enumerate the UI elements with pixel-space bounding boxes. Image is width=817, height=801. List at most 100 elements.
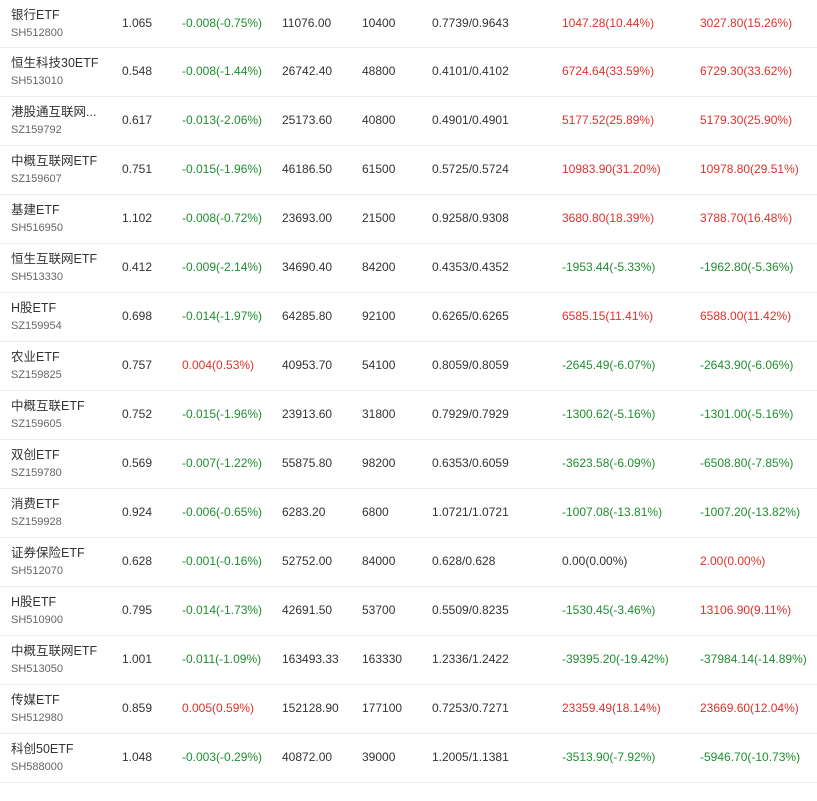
- fund-name-cell[interactable]: H股ETF SH510900: [11, 595, 111, 627]
- fund-name[interactable]: 证券保险ETF: [11, 546, 106, 560]
- fund-name[interactable]: 恒生科技30ETF: [11, 56, 106, 70]
- fund-code: SZ159954: [11, 320, 62, 332]
- fund-name[interactable]: 双创ETF: [11, 448, 106, 462]
- cost-price: 0.7929/0.7929: [432, 407, 509, 421]
- fund-name-cell[interactable]: 中概互联网ETF SZ159607: [11, 154, 111, 186]
- fund-name[interactable]: 中概互联ETF: [11, 399, 106, 413]
- fund-name-cell[interactable]: H股ETF SZ159954: [11, 301, 111, 333]
- holding-amount: 42691.50: [282, 603, 333, 617]
- table-row[interactable]: 传媒ETF SH512980 0.859 0.005(0.59%) 152128.90 1…: [0, 685, 817, 734]
- current-price: 0.795: [122, 603, 153, 617]
- holding-shares: 39000: [362, 750, 396, 764]
- profit-loss-primary: -3623.58(-6.09%): [562, 456, 656, 470]
- fund-name-cell[interactable]: 双创ETF SZ159780: [11, 448, 111, 480]
- fund-name[interactable]: 银行ETF: [11, 8, 106, 22]
- fund-name-cell[interactable]: 传媒ETF SH512980: [11, 693, 111, 725]
- fund-code: SH513330: [11, 271, 63, 283]
- price-change: -0.014(-1.73%): [182, 603, 263, 617]
- price-change: -0.001(-0.16%): [182, 554, 263, 568]
- fund-name-cell[interactable]: 港股通互联网... SZ159792: [11, 105, 111, 137]
- holding-amount: 6283.20: [282, 505, 326, 519]
- fund-name-cell[interactable]: 恒生科技30ETF SH513010: [11, 56, 111, 88]
- fund-name[interactable]: 传媒ETF: [11, 693, 106, 707]
- table-row[interactable]: 双创ETF SZ159780 0.569 -0.007(-1.22%) 55875.80…: [0, 440, 817, 489]
- profit-loss-primary: -39395.20(-19.42%): [562, 652, 669, 666]
- table-row[interactable]: 证券保险ETF SH512070 0.628 -0.001(-0.16%) 52752.…: [0, 538, 817, 587]
- current-price: 0.924: [122, 505, 153, 519]
- table-row[interactable]: 基建ETF SH516950 1.102 -0.008(-0.72%) 23693.00…: [0, 195, 817, 244]
- fund-code: SZ159928: [11, 516, 62, 528]
- table-row[interactable]: 中概互联网ETF SH513050 1.001 -0.011(-1.09%) 16349…: [0, 636, 817, 685]
- fund-name-cell[interactable]: 证券保险ETF SH512070: [11, 546, 111, 578]
- fund-name[interactable]: 港股通互联网...: [11, 105, 106, 119]
- table-row[interactable]: H股ETF SH510900 0.795 -0.014(-1.73%) 42691.50…: [0, 587, 817, 636]
- fund-name[interactable]: H股ETF: [11, 301, 106, 315]
- profit-loss-primary: 23359.49(18.14%): [562, 701, 661, 715]
- holding-shares: 40800: [362, 113, 396, 127]
- table-row[interactable]: 恒生互联网ETF SH513330 0.412 -0.009(-2.14%) 34690…: [0, 244, 817, 293]
- cost-price: 1.2005/1.1381: [432, 750, 509, 764]
- profit-loss-secondary: -2643.90(-6.06%): [700, 358, 794, 372]
- current-price: 1.048: [122, 750, 153, 764]
- fund-name[interactable]: 农业ETF: [11, 350, 106, 364]
- holding-amount: 40872.00: [282, 750, 333, 764]
- profit-loss-primary: -1530.45(-3.46%): [562, 603, 656, 617]
- cost-price: 0.6353/0.6059: [432, 456, 509, 470]
- fund-name[interactable]: 科创50ETF: [11, 742, 106, 756]
- fund-name[interactable]: 基建ETF: [11, 203, 106, 217]
- current-price: 0.412: [122, 260, 153, 274]
- current-price: 0.548: [122, 64, 153, 78]
- fund-name[interactable]: 中概互联网ETF: [11, 154, 106, 168]
- table-row[interactable]: 港股通互联网... SZ159792 0.617 -0.013(-2.06%) 2517…: [0, 97, 817, 146]
- fund-code: SH512070: [11, 565, 63, 577]
- price-change: -0.014(-1.97%): [182, 309, 263, 323]
- fund-name[interactable]: H股ETF: [11, 595, 106, 609]
- profit-loss-secondary: -1962.80(-5.36%): [700, 260, 794, 274]
- holding-amount: 34690.40: [282, 260, 333, 274]
- fund-name-cell[interactable]: 消费ETF SZ159928: [11, 497, 111, 529]
- holding-shares: 6800: [362, 505, 389, 519]
- profit-loss-secondary: -1007.20(-13.82%): [700, 505, 801, 519]
- table-row[interactable]: 中概互联ETF SZ159605 0.752 -0.015(-1.96%) 23913.…: [0, 391, 817, 440]
- profit-loss-primary: -1007.08(-13.81%): [562, 505, 663, 519]
- holding-amount: 52752.00: [282, 554, 333, 568]
- holding-shares: 92100: [362, 309, 396, 323]
- holding-shares: 31800: [362, 407, 396, 421]
- current-price: 0.698: [122, 309, 153, 323]
- fund-name[interactable]: 中概互联网ETF: [11, 644, 106, 658]
- fund-name-cell[interactable]: 银行ETF SH512800: [11, 8, 111, 40]
- fund-name-cell[interactable]: 恒生互联网ETF SH513330: [11, 252, 111, 284]
- cost-price: 0.8059/0.8059: [432, 358, 509, 372]
- table-row[interactable]: H股ETF SZ159954 0.698 -0.014(-1.97%) 64285.80…: [0, 293, 817, 342]
- cost-price: 1.2336/1.2422: [432, 652, 509, 666]
- profit-loss-secondary: 6588.00(11.42%): [700, 309, 792, 323]
- fund-name-cell[interactable]: 基建ETF SH516950: [11, 203, 111, 235]
- profit-loss-primary: 6585.15(11.41%): [562, 309, 654, 323]
- cost-price: 0.4901/0.4901: [432, 113, 509, 127]
- cost-price: 0.4353/0.4352: [432, 260, 509, 274]
- holding-amount: 64285.80: [282, 309, 333, 323]
- fund-name[interactable]: 消费ETF: [11, 497, 106, 511]
- holding-amount: 23913.60: [282, 407, 333, 421]
- current-price: 0.617: [122, 113, 153, 127]
- table-row[interactable]: 农业ETF SZ159825 0.757 0.004(0.53%) 40953.70 54…: [0, 342, 817, 391]
- table-row[interactable]: 银行ETF SH512800 1.065 -0.008(-0.75%) 11076.00…: [0, 0, 817, 48]
- fund-name-cell[interactable]: 农业ETF SZ159825: [11, 350, 111, 382]
- fund-name-cell[interactable]: 科创50ETF SH588000: [11, 742, 111, 774]
- cost-price: 0.5725/0.5724: [432, 162, 509, 176]
- table-row[interactable]: 恒生科技30ETF SH513010 0.548 -0.008(-1.44%) 2674…: [0, 48, 817, 97]
- table-row[interactable]: 科创50ETF SH588000 1.048 -0.003(-0.29%) 40872.…: [0, 734, 817, 783]
- holding-shares: 98200: [362, 456, 396, 470]
- price-change: -0.006(-0.65%): [182, 505, 263, 519]
- table-row[interactable]: 消费ETF SZ159928 0.924 -0.006(-0.65%) 6283.20 6…: [0, 489, 817, 538]
- fund-name-cell[interactable]: 中概互联ETF SZ159605: [11, 399, 111, 431]
- fund-name-cell[interactable]: 中概互联网ETF SH513050: [11, 644, 111, 676]
- current-price: 0.752: [122, 407, 153, 421]
- holding-shares: 84200: [362, 260, 396, 274]
- fund-code: SH512980: [11, 712, 63, 724]
- profit-loss-secondary: -5946.70(-10.73%): [700, 750, 801, 764]
- price-change: -0.008(-0.72%): [182, 211, 263, 225]
- table-row[interactable]: 中概互联网ETF SZ159607 0.751 -0.015(-1.96%) 46186…: [0, 146, 817, 195]
- fund-code: SH512800: [11, 27, 63, 39]
- fund-name[interactable]: 恒生互联网ETF: [11, 252, 106, 266]
